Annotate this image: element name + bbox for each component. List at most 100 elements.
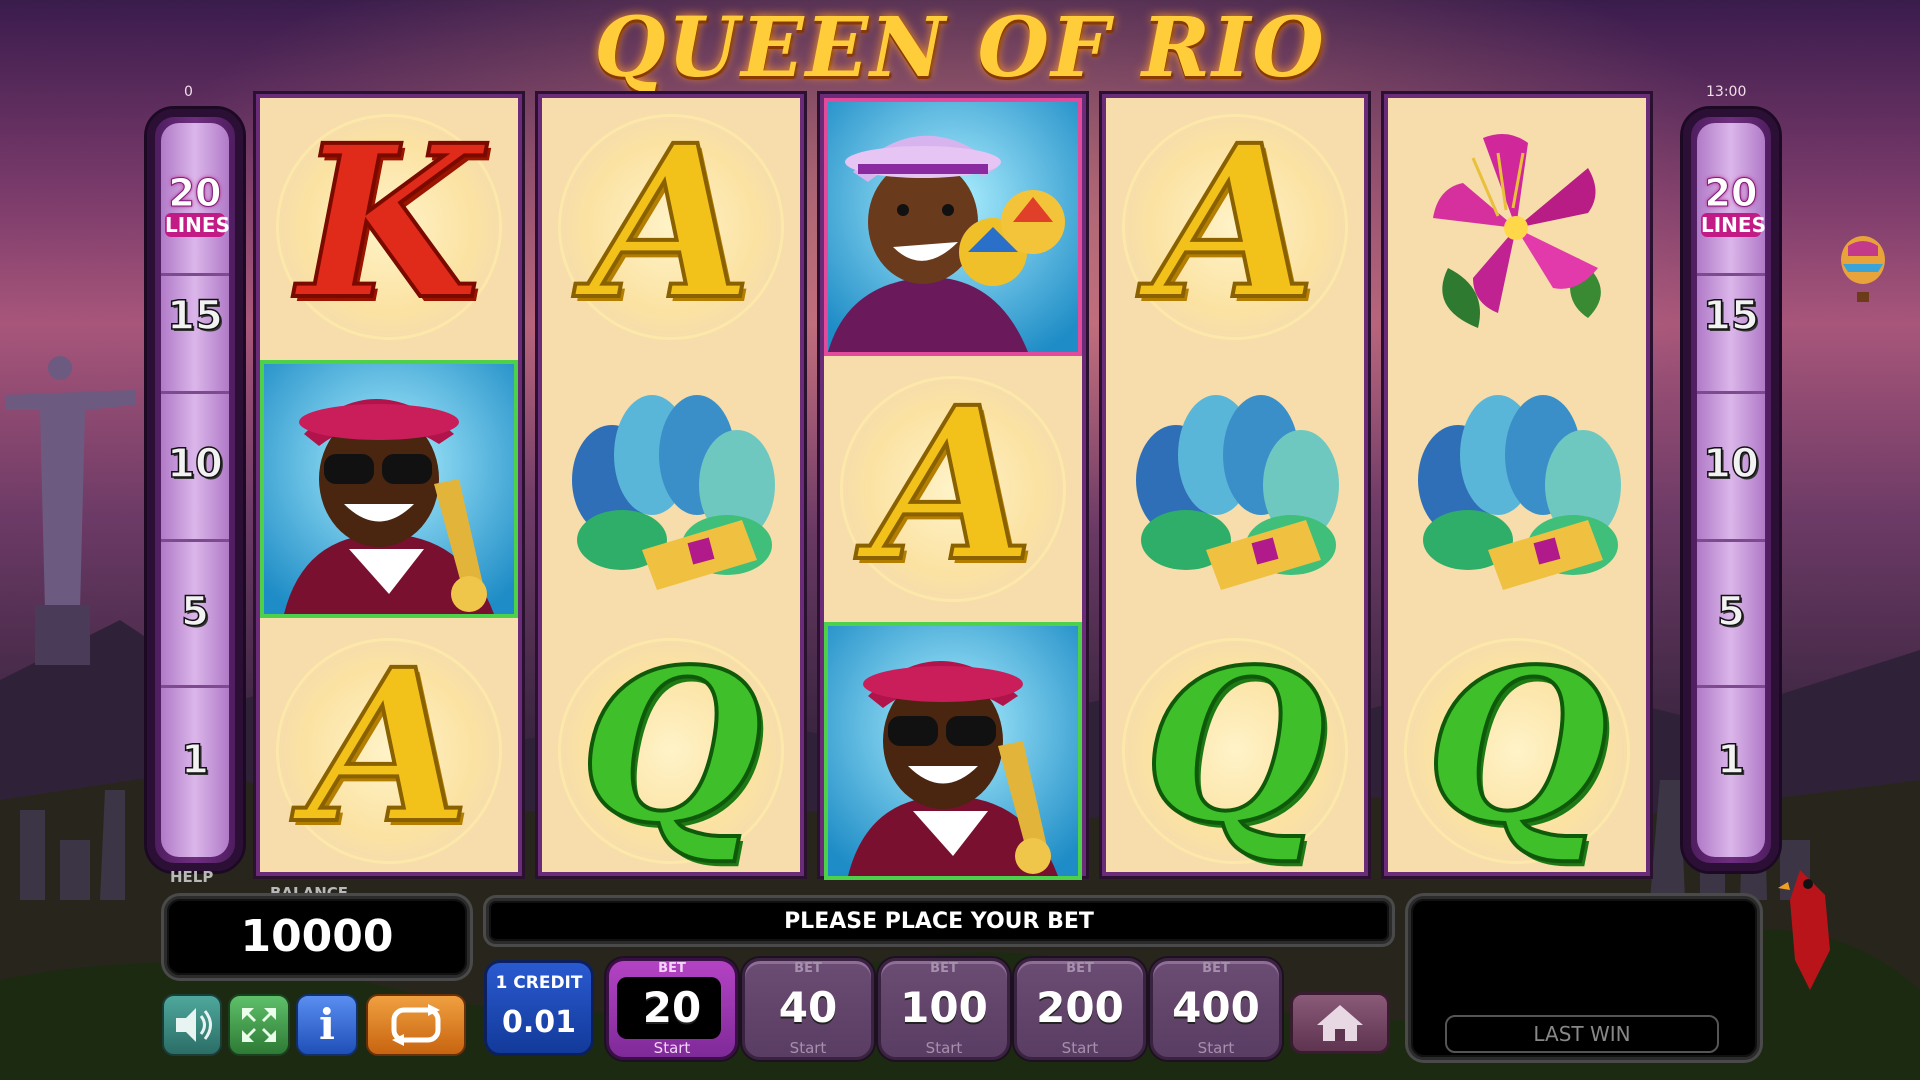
symbol-letter: K — [296, 99, 483, 346]
bird-decoration — [1778, 870, 1830, 990]
info-icon: i — [319, 1000, 335, 1049]
fullscreen-icon — [242, 1008, 276, 1042]
symbol-trumpet-player — [824, 622, 1082, 880]
corner-counter: 0 — [184, 84, 193, 100]
line-number-1[interactable]: 1 — [161, 736, 229, 784]
home-icon — [1317, 1005, 1363, 1041]
symbol-letter: A — [306, 623, 473, 870]
symbol-flower — [1388, 98, 1646, 356]
line-number-5[interactable]: 5 — [1697, 588, 1765, 636]
symbol-a: A — [542, 98, 800, 356]
game-title: QUEEN OF RIO — [594, 0, 1326, 96]
line-number-15[interactable]: 15 — [1697, 292, 1765, 340]
symbol-q: Q — [1106, 622, 1364, 880]
lines-count: 20 — [1704, 171, 1758, 215]
reel-3: A — [820, 94, 1086, 880]
home-button[interactable] — [1290, 992, 1390, 1054]
line-number-1[interactable]: 1 — [1697, 736, 1765, 784]
bet-value: 100 — [900, 983, 988, 1032]
symbol-trumpet-player — [260, 360, 518, 618]
symbol-a: A — [1106, 98, 1364, 356]
credit-selector[interactable]: 1 CREDIT 0.01 — [484, 960, 594, 1056]
message-text: PLEASE PLACE YOUR BET — [784, 909, 1094, 934]
symbol-feather-headdress — [1388, 360, 1646, 618]
bet-label: BET — [658, 961, 686, 976]
message-bar: PLEASE PLACE YOUR BET — [486, 898, 1392, 944]
line-indicator-right: 20 LINES 15 10 5 1 — [1680, 106, 1782, 874]
line-divider — [161, 539, 229, 542]
clock-label: 13:00 — [1706, 84, 1747, 100]
reel-2: A Q — [538, 94, 804, 876]
bet-label: BET — [1066, 961, 1094, 976]
line-divider — [1697, 391, 1765, 394]
symbol-letter: A — [1152, 99, 1319, 346]
bet-button-400[interactable]: BET 400 Start — [1150, 958, 1282, 1060]
bet-value: 20 — [642, 983, 702, 1032]
line-number-10[interactable]: 10 — [161, 440, 229, 488]
line-divider — [161, 391, 229, 394]
symbol-letter: A — [588, 99, 755, 346]
reels-area: K A A Q A A Q Q — [256, 94, 1660, 880]
symbol-a: A — [824, 360, 1082, 618]
bet-value: 40 — [778, 983, 838, 1032]
lines-label: LINES — [1701, 213, 1766, 237]
credit-value: 0.01 — [501, 1005, 577, 1040]
symbol-letter: Q — [1142, 623, 1329, 870]
line-number-15[interactable]: 15 — [161, 292, 229, 340]
fullscreen-button[interactable] — [228, 994, 290, 1056]
symbol-q: Q — [542, 622, 800, 880]
start-label: Start — [1197, 1039, 1235, 1057]
balance-value: 10000 — [240, 911, 394, 962]
maracas-player-icon — [828, 102, 1078, 352]
reel-5: Q — [1384, 94, 1650, 876]
symbol-feather-headdress — [1106, 360, 1364, 618]
symbol-letter: Q — [578, 623, 765, 870]
line-number-5[interactable]: 5 — [161, 588, 229, 636]
bet-button-40[interactable]: BET 40 Start — [742, 958, 874, 1060]
line-divider — [1697, 273, 1765, 276]
feather-headdress-icon — [1136, 395, 1339, 590]
reel-1: K A — [256, 94, 522, 876]
bet-label: BET — [794, 961, 822, 976]
statue-silhouette — [5, 356, 135, 665]
balloon-decoration — [1841, 236, 1885, 302]
symbol-maracas-player — [824, 98, 1082, 356]
bet-value: 400 — [1172, 983, 1260, 1032]
bet-label: BET — [1202, 961, 1230, 976]
symbol-feather-headdress — [542, 360, 800, 618]
bet-button-20[interactable]: BET 20 Start — [606, 958, 738, 1060]
lines-count: 20 — [168, 171, 222, 215]
reel-4: A Q — [1102, 94, 1368, 876]
flower-icon — [1433, 134, 1601, 328]
line-divider — [161, 685, 229, 688]
last-win-label: LAST WIN — [1445, 1015, 1719, 1053]
autoplay-button[interactable] — [366, 994, 466, 1056]
last-win-panel: LAST WIN — [1408, 896, 1760, 1060]
lines-badge-left[interactable]: 20 LINES — [165, 171, 230, 253]
credit-label: 1 CREDIT — [495, 973, 583, 993]
trumpet-player-icon — [828, 626, 1078, 876]
lines-badge-right[interactable]: 20 LINES — [1701, 171, 1766, 253]
bet-button-200[interactable]: BET 200 Start — [1014, 958, 1146, 1060]
feather-headdress-icon — [1418, 395, 1621, 590]
symbol-letter: Q — [1424, 623, 1611, 870]
help-label[interactable]: HELP — [170, 868, 213, 886]
line-divider — [1697, 685, 1765, 688]
lines-label: LINES — [165, 213, 230, 237]
start-label: Start — [653, 1039, 691, 1057]
start-label: Start — [925, 1039, 963, 1057]
info-button[interactable]: i — [296, 994, 358, 1056]
feather-headdress-icon — [572, 395, 775, 590]
line-divider — [1697, 539, 1765, 542]
balance-panel: 10000 — [164, 896, 470, 978]
start-label: Start — [1061, 1039, 1099, 1057]
bet-button-100[interactable]: BET 100 Start — [878, 958, 1010, 1060]
sound-icon — [176, 1008, 212, 1042]
symbol-a: A — [260, 622, 518, 880]
bet-label: BET — [930, 961, 958, 976]
sound-button[interactable] — [162, 994, 222, 1056]
line-number-10[interactable]: 10 — [1697, 440, 1765, 488]
trumpet-player-icon — [264, 364, 514, 614]
symbol-k: K — [260, 98, 518, 356]
line-indicator-left: 20 LINES 15 10 5 1 — [144, 106, 246, 874]
